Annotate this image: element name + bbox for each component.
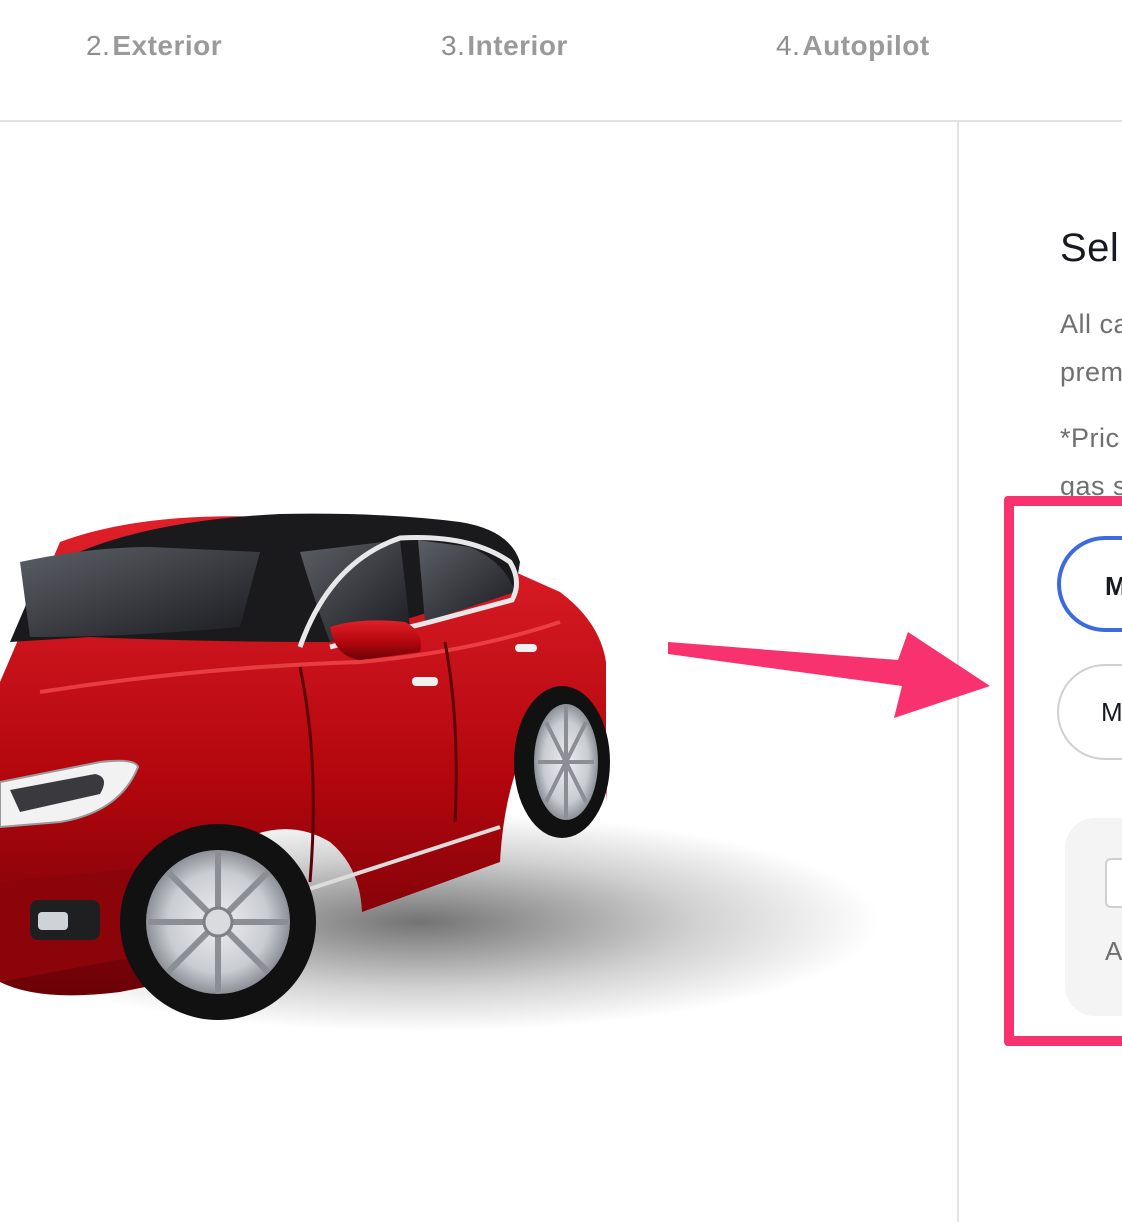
car-fog-light-reflector [38, 912, 68, 930]
upgrade-checkbox[interactable] [1105, 858, 1122, 908]
step-number: 2. [86, 30, 111, 61]
config-description: All ca prem [1060, 300, 1122, 396]
price-note: *Pric gas s [1060, 414, 1122, 510]
step-exterior[interactable]: 2.Exterior [86, 30, 222, 62]
car-door-handle [515, 644, 537, 652]
config-description-line: prem [1060, 357, 1122, 387]
step-label: Interior [467, 30, 568, 61]
car-door-handle [412, 677, 438, 686]
car-front-hub [202, 906, 234, 938]
step-number: 3. [441, 30, 466, 61]
model-config-panel: Sel All ca prem *Pric gas s M M A [959, 122, 1122, 1222]
car-preview-pane [0, 122, 958, 1222]
step-autopilot[interactable]: 4.Autopilot [776, 30, 930, 62]
configurator-step-nav: 2.Exterior 3.Interior 4.Autopilot [0, 0, 1122, 122]
car-rear-wheel-spokes [538, 706, 594, 818]
step-label: Autopilot [802, 30, 930, 61]
config-description-line: All ca [1060, 309, 1122, 339]
car-image [0, 513, 880, 1032]
config-title: Sel [1060, 226, 1120, 270]
price-note-line: gas s [1060, 471, 1122, 501]
step-label: Exterior [112, 30, 223, 61]
price-note-line: *Pric [1060, 423, 1120, 453]
upgrade-option-box: A [1065, 818, 1122, 1016]
model-option-selected[interactable]: M [1057, 536, 1122, 632]
upgrade-label: A [1105, 936, 1122, 966]
step-number: 4. [776, 30, 801, 61]
step-interior[interactable]: 3.Interior [441, 30, 568, 62]
car-windshield [20, 547, 260, 637]
model-option[interactable]: M [1057, 664, 1122, 760]
